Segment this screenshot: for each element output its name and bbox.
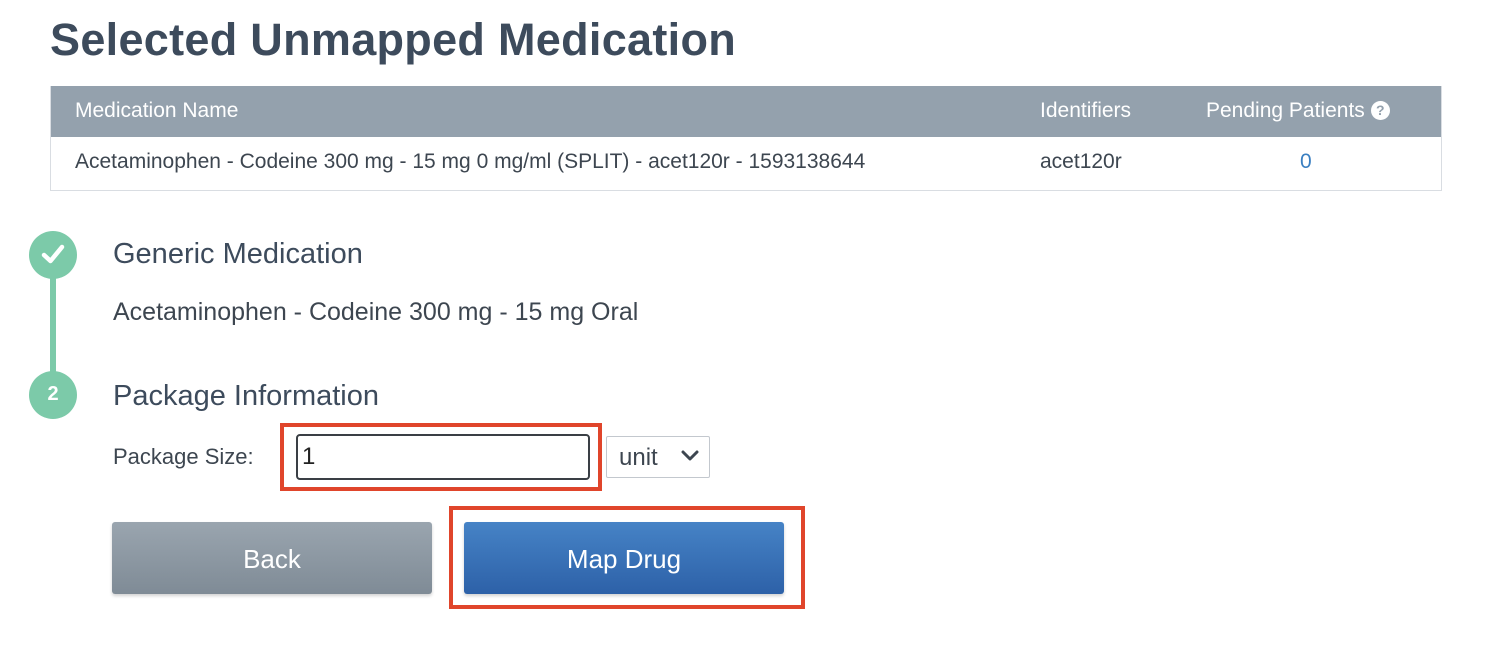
- header-pending-label: Pending Patients: [1206, 99, 1365, 122]
- unit-select-value: unit: [619, 444, 658, 471]
- cell-pending-patients-link[interactable]: 0: [1300, 150, 1312, 174]
- stepper-connector: [50, 268, 56, 376]
- unit-select[interactable]: unit: [606, 436, 710, 478]
- package-information-heading: Package Information: [113, 380, 379, 412]
- map-drug-button[interactable]: Map Drug: [464, 522, 784, 594]
- package-size-input[interactable]: [296, 434, 590, 480]
- page: Selected Unmapped Medication Medication …: [0, 0, 1488, 672]
- question-circle-icon[interactable]: ?: [1370, 101, 1390, 120]
- page-title: Selected Unmapped Medication: [50, 14, 737, 65]
- cell-medication-name: Acetaminophen - Codeine 300 mg - 15 mg 0…: [75, 150, 866, 173]
- chevron-down-icon: [681, 450, 699, 461]
- generic-medication-heading: Generic Medication: [113, 238, 363, 270]
- header-medication-name: Medication Name: [75, 99, 239, 122]
- header-pending-patients: Pending Patients?: [1206, 99, 1390, 123]
- medication-table: Medication Name Identifiers Pending Pati…: [50, 86, 1442, 191]
- step-complete-indicator: [29, 231, 77, 279]
- table-row: Acetaminophen - Codeine 300 mg - 15 mg 0…: [51, 137, 1441, 190]
- header-identifiers: Identifiers: [1040, 99, 1132, 122]
- back-button[interactable]: Back: [112, 522, 432, 594]
- checkmark-icon: [41, 244, 65, 264]
- cell-identifiers: acet120r: [1040, 150, 1122, 173]
- table-header: Medication Name Identifiers Pending Pati…: [51, 86, 1441, 137]
- package-size-label: Package Size:: [113, 444, 254, 469]
- generic-medication-value: Acetaminophen - Codeine 300 mg - 15 mg O…: [113, 298, 639, 326]
- step-number-indicator: 2: [29, 371, 77, 419]
